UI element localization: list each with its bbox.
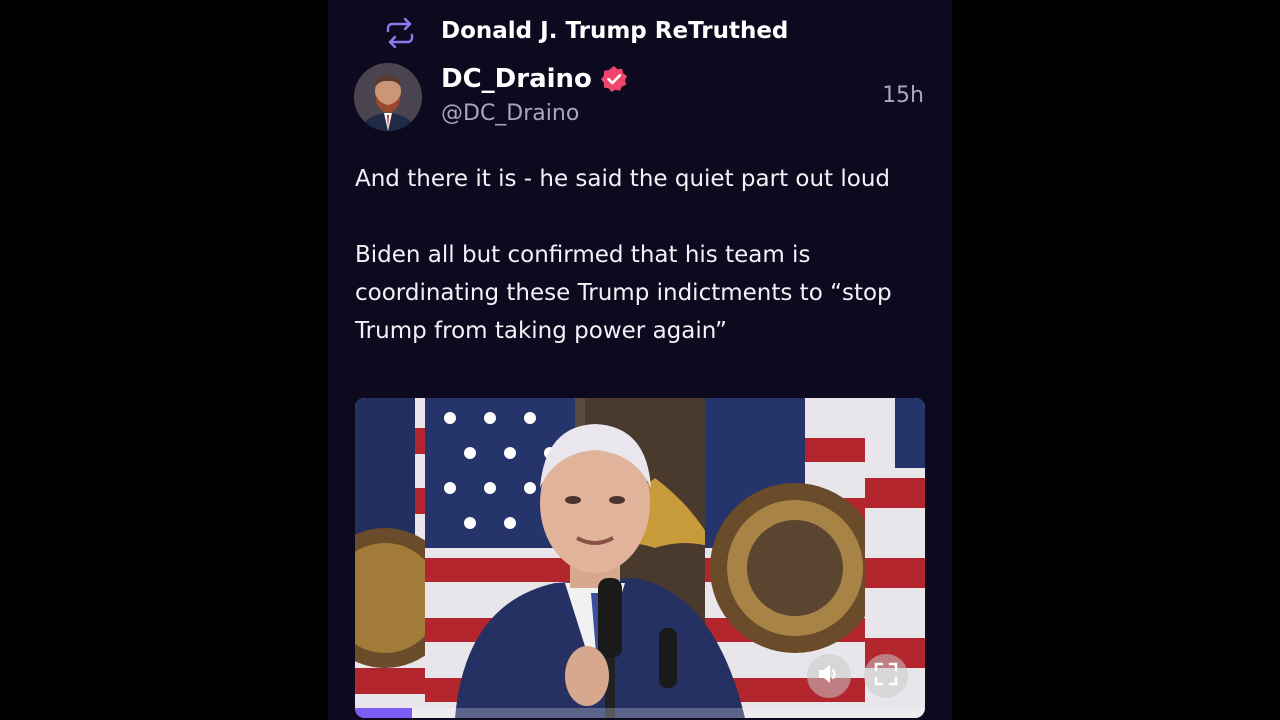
- fullscreen-button[interactable]: [864, 654, 908, 698]
- retruth-row: [382, 14, 418, 52]
- post-paragraph: Biden all but confirmed that his team is…: [355, 242, 892, 344]
- verified-badge-icon: [600, 65, 628, 93]
- video-player[interactable]: [355, 398, 925, 718]
- fullscreen-icon: [873, 661, 899, 691]
- retruth-label: Donald J. Trump ReTruthed: [441, 18, 789, 44]
- volume-button[interactable]: [807, 654, 851, 698]
- author-display-name[interactable]: DC_Draino: [441, 64, 592, 94]
- post-timestamp[interactable]: 15h: [882, 83, 924, 108]
- post-panel: Donald J. Trump ReTruthed DC_Draino @DC_…: [328, 0, 952, 720]
- post-body: And there it is - he said the quiet part…: [355, 160, 915, 350]
- author-name-row[interactable]: DC_Draino: [441, 64, 628, 94]
- video-progress-bar[interactable]: [355, 708, 925, 718]
- volume-icon: [816, 661, 842, 691]
- avatar[interactable]: [354, 63, 422, 131]
- video-progress-fill: [355, 708, 412, 718]
- retruth-icon: [382, 15, 418, 51]
- post-paragraph: And there it is - he said the quiet part…: [355, 166, 891, 192]
- author-handle[interactable]: @DC_Draino: [441, 101, 579, 126]
